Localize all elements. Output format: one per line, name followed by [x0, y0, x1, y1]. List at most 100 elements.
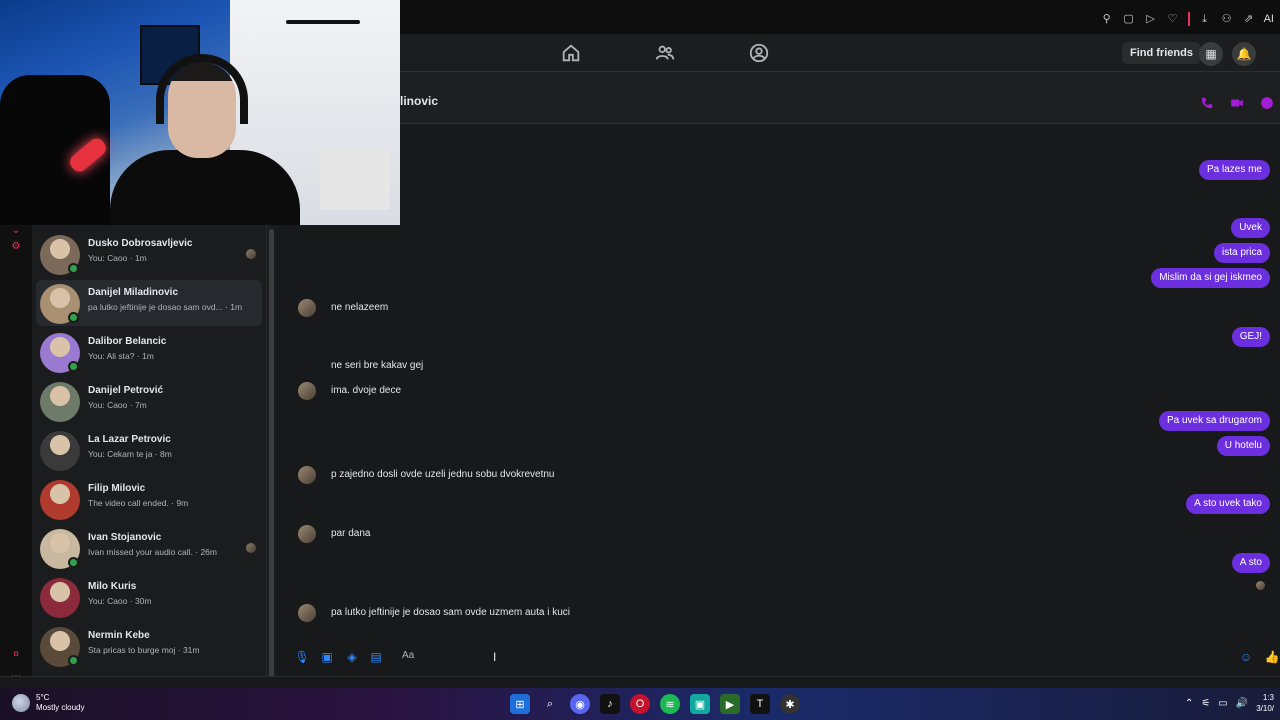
play-icon[interactable]: ▷: [1144, 12, 1158, 26]
microphone-icon[interactable]: 🎙: [294, 649, 310, 665]
sender-avatar[interactable]: [298, 604, 316, 622]
outgoing-message[interactable]: Pa lazes me: [1198, 160, 1270, 180]
groups-icon[interactable]: [748, 42, 770, 64]
chat-list-item[interactable]: Nermin Kebe Sta pricas to burge moj · 31m: [36, 623, 262, 669]
app-icon[interactable]: ▶: [720, 694, 740, 714]
incoming-message[interactable]: pa lutko jeftinije je dosao sam ovde uzm…: [323, 603, 578, 623]
outgoing-message[interactable]: Pa uvek sa drugarom: [1158, 411, 1270, 431]
start-icon[interactable]: ⊞: [510, 694, 530, 714]
incoming-message[interactable]: p zajedno dosli ovde uzeli jednu sobu dv…: [323, 465, 563, 485]
chat-list-item[interactable]: Filip Milovic The video call ended. · 9m: [36, 476, 262, 522]
chat-preview: You: Caoo · 1m: [88, 253, 147, 263]
incoming-message[interactable]: ne nelazeem: [323, 298, 396, 318]
chat-name: Ivan Stojanovic: [88, 532, 162, 543]
app-icon[interactable]: ✱: [780, 694, 800, 714]
app-icon[interactable]: T: [750, 694, 770, 714]
chat-list-item[interactable]: Danijel Miladinovic pa lutko jeftinije je…: [36, 280, 262, 326]
scrollbar-thumb[interactable]: [269, 229, 274, 683]
chat-list-scrollbar[interactable]: [266, 225, 276, 687]
chevron-up-icon[interactable]: ⌃: [1185, 698, 1193, 709]
chat-list-item[interactable]: Dusko Dobrosavljevic You: Caoo · 1m: [36, 231, 262, 277]
outgoing-message[interactable]: GEJ!: [1231, 327, 1270, 347]
chat-name: Danijel Petrović: [88, 385, 164, 396]
incoming-message[interactable]: ima. dvoje dece: [323, 381, 409, 401]
chat-preview: You: Cekam te ja · 8m: [88, 449, 172, 459]
settings-icon[interactable]: ⚙: [10, 241, 22, 253]
photo-icon[interactable]: ▣: [319, 649, 335, 665]
avatar: [40, 578, 80, 618]
spotify-icon[interactable]: ≋: [660, 694, 680, 714]
gif-icon[interactable]: ▤: [368, 649, 384, 665]
emoji-icon[interactable]: ☺: [1238, 649, 1254, 665]
sender-avatar[interactable]: [298, 466, 316, 484]
left-rail: ⌄ ⚙ ¤ ⋯: [0, 225, 32, 690]
like-icon[interactable]: 👍: [1264, 649, 1280, 665]
conversation-header: linovic: [288, 72, 1280, 124]
chat-preview: You: Ali sta? · 1m: [88, 351, 154, 361]
chat-preview: The video call ended. · 9m: [88, 498, 189, 508]
chat-name: Dalibor Belancic: [88, 336, 167, 347]
find-friends-button[interactable]: Find friends: [1122, 42, 1201, 64]
download-icon[interactable]: ⤓: [1198, 12, 1212, 26]
tiktok-icon[interactable]: ♪: [600, 694, 620, 714]
display-icon[interactable]: ▭: [1218, 698, 1227, 709]
volume-icon[interactable]: 🔊: [1236, 698, 1248, 709]
outgoing-message[interactable]: A sto: [1231, 553, 1270, 573]
chat-name: Danijel Miladinovic: [88, 287, 179, 298]
chat-preview: pa lutko jeftinije je dosao sam ovd... ·…: [88, 302, 243, 312]
chat-preview: You: Caoo · 30m: [88, 596, 152, 606]
screenshot-icon[interactable]: ▢: [1122, 12, 1136, 26]
message-input[interactable]: Aa: [396, 646, 1228, 668]
pin-icon[interactable]: ⚲: [1100, 12, 1114, 26]
weather-condition: Mostly cloudy: [36, 703, 85, 712]
friends-icon[interactable]: [654, 42, 676, 64]
incoming-message[interactable]: par dana: [323, 524, 378, 544]
webcam-desk: [320, 150, 390, 210]
outgoing-message[interactable]: Uvek: [1231, 218, 1270, 238]
sender-avatar[interactable]: [298, 382, 316, 400]
chat-list-item[interactable]: Ivan Stojanovic Ivan missed your audio ca…: [36, 525, 262, 571]
weather-widget[interactable]: 5°C Mostly cloudy: [12, 693, 84, 713]
search-icon[interactable]: ⌕: [540, 694, 560, 714]
rail-icon[interactable]: ¤: [10, 649, 22, 661]
ai-button[interactable]: AI: [1264, 13, 1274, 25]
seen-avatar: [246, 543, 256, 553]
app-icon[interactable]: ▣: [690, 694, 710, 714]
discord-icon[interactable]: ◉: [570, 694, 590, 714]
menu-grid-icon[interactable]: ▦: [1199, 42, 1223, 66]
info-icon[interactable]: [1260, 96, 1274, 110]
outgoing-message[interactable]: U hotelu: [1216, 436, 1270, 456]
outgoing-message[interactable]: Mislim da si gej iskmeo: [1151, 268, 1270, 288]
conversation-title[interactable]: linovic: [400, 94, 438, 108]
home-icon[interactable]: [560, 42, 582, 64]
sender-avatar[interactable]: [298, 525, 316, 543]
chat-name: Dusko Dobrosavljevic: [88, 238, 193, 249]
chat-list-item[interactable]: Danijel Petrović You: Caoo · 7m: [36, 378, 262, 424]
clock-date: 3/10/: [1256, 704, 1274, 713]
clock-time: 1:3: [1262, 693, 1274, 702]
weather-temperature: 5°C: [36, 693, 50, 702]
share-icon[interactable]: ⇗: [1242, 12, 1256, 26]
chat-list-item[interactable]: La Lazar Petrovic You: Cekam te ja · 8m: [36, 427, 262, 473]
rail-icon[interactable]: ⌄: [10, 225, 22, 237]
heart-icon[interactable]: ♡: [1166, 12, 1180, 26]
audio-call-icon[interactable]: [1200, 96, 1214, 110]
sticker-icon[interactable]: ◈: [344, 649, 360, 665]
opera-icon[interactable]: O: [630, 694, 650, 714]
incoming-message[interactable]: ne seri bre kakav gej: [323, 356, 431, 376]
chat-list-item[interactable]: Dalibor Belancic You: Ali sta? · 1m: [36, 329, 262, 375]
network-icon[interactable]: ⚟: [1201, 698, 1210, 709]
online-indicator: [68, 557, 79, 568]
chat-list-item[interactable]: Milo Kuris You: Caoo · 30m: [36, 574, 262, 620]
video-call-icon[interactable]: [1230, 96, 1244, 110]
outgoing-message[interactable]: A sto uvek tako: [1186, 494, 1270, 514]
sender-avatar[interactable]: [298, 299, 316, 317]
message-input-placeholder: Aa: [402, 650, 415, 661]
outgoing-message[interactable]: ista prica: [1213, 243, 1270, 263]
chat-preview: Ivan missed your audio call. · 26m: [88, 547, 217, 557]
online-indicator: [68, 312, 79, 323]
notifications-icon[interactable]: 🔔: [1232, 42, 1256, 66]
profile-icon[interactable]: ⚇: [1220, 12, 1234, 26]
clock[interactable]: 1:3 3/10/: [1256, 692, 1274, 714]
message-thread: ⁝ Pa lazes meUvekista pricaMislim da si …: [288, 124, 1280, 640]
